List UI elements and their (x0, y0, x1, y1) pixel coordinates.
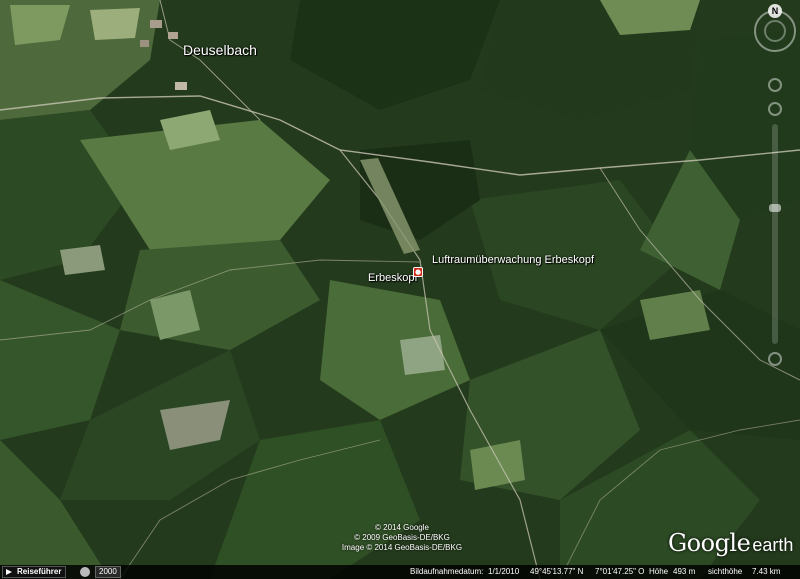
logo-google-text: Google (668, 529, 751, 557)
copyright-line: © 2014 Google (375, 523, 429, 532)
copyright-line: Image © 2014 GeoBasis-DE/BKG (341, 543, 463, 552)
north-compass-button[interactable]: N (768, 4, 782, 18)
zoom-out-icon[interactable] (768, 352, 782, 366)
elevation-readout: 493 m (673, 567, 696, 576)
move-joystick-icon[interactable] (768, 78, 782, 92)
imagery-date-label: Bildaufnahmedatum: (410, 567, 484, 576)
zoom-slider[interactable] (769, 124, 781, 344)
status-bar: Reiseführer 2000 Bildaufnahmedatum: 1/1/… (0, 565, 800, 579)
historical-imagery-icon[interactable] (80, 567, 90, 577)
copyright-attribution: © 2014 Google © 2009 GeoBasis-DE/BKG Ima… (337, 523, 467, 553)
place-label-town[interactable]: Deuselbach (183, 42, 257, 58)
place-label-peak[interactable]: Erbeskopf (368, 272, 418, 284)
longitude-readout: 7°01'47.25" O (595, 567, 645, 576)
eye-altitude-label: sichthöhe (708, 567, 743, 576)
elevation-label: Höhe (649, 567, 669, 576)
eye-altitude-readout: 7.43 km (752, 567, 781, 576)
latitude-readout: 49°45'13.77" N (530, 567, 584, 576)
look-joystick-center[interactable] (764, 20, 786, 42)
placemark-marker-icon[interactable]: ● (413, 267, 423, 277)
terrain-imagery (0, 0, 800, 579)
zoom-in-icon[interactable] (768, 102, 782, 116)
historical-imagery-year[interactable]: 2000 (95, 566, 121, 578)
copyright-line: © 2009 GeoBasis-DE/BKG (354, 533, 450, 542)
zoom-slider-thumb[interactable] (769, 204, 781, 212)
imagery-date: 1/1/2010 (488, 567, 520, 576)
place-label-poi[interactable]: Luftraumüberwachung Erbeskopf (432, 254, 594, 266)
google-earth-logo: Google earth (668, 529, 793, 557)
tour-guide-button[interactable]: Reiseführer (2, 566, 67, 578)
logo-earth-text: earth (752, 535, 794, 555)
satellite-map-view[interactable]: Deuselbach Erbeskopf ● Luftraumüberwachu… (0, 0, 800, 579)
navigation-controls: N (754, 4, 796, 534)
